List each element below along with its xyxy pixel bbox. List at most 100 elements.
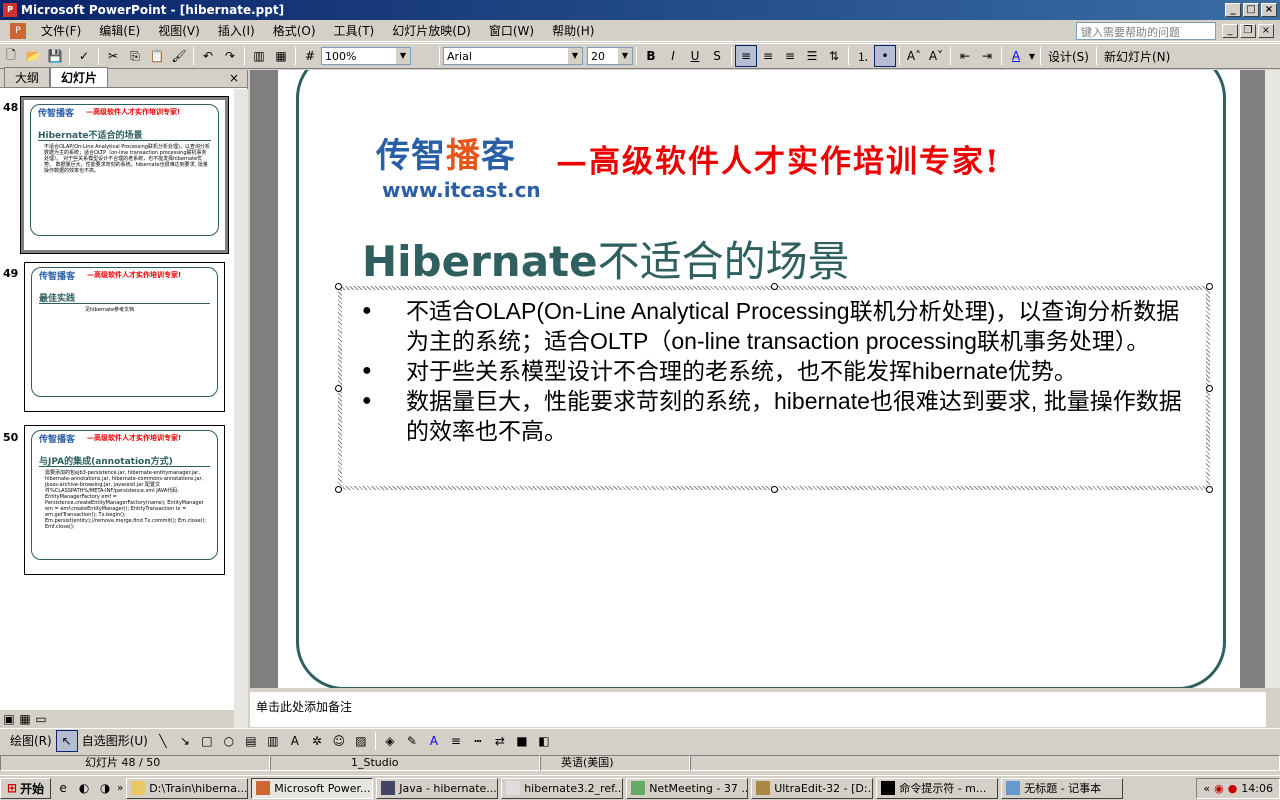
taskbar-item[interactable]: 命令提示符 - m...	[876, 777, 999, 799]
taskbar-item[interactable]: D:\Train\hiberna...	[126, 777, 249, 799]
body-textbox[interactable]: ● 不适合OLAP(On-Line Analytical Processing联机…	[335, 283, 1213, 493]
select-pointer-icon[interactable]: ↖	[55, 729, 78, 752]
tab-outline[interactable]: 大纲	[4, 67, 51, 87]
arrow-style-icon[interactable]: ⇄	[489, 730, 511, 752]
new-slide-button[interactable]: 新幻灯片(N)	[1100, 48, 1174, 65]
italic-icon[interactable]: I	[662, 45, 684, 67]
zoom-select[interactable]: 100% ▼	[321, 47, 411, 65]
tray-app-icon[interactable]: ◉	[1214, 782, 1224, 795]
undo-icon[interactable]: ↶	[197, 45, 219, 67]
tab-slides[interactable]: 幻灯片	[50, 67, 109, 87]
slide-thumbnail[interactable]: 传智播客 —高级软件人才实作培训专家! 最佳实践 见hibernate参考文档	[24, 262, 225, 412]
redo-icon[interactable]: ↷	[219, 45, 241, 67]
font-color-icon[interactable]: A	[423, 730, 445, 752]
cut-icon[interactable]: ✂	[102, 45, 124, 67]
minimize-button[interactable]: _	[1225, 3, 1241, 17]
maximize-button[interactable]: □	[1243, 3, 1259, 17]
arrow-icon[interactable]: ↘	[174, 730, 196, 752]
start-button[interactable]: ⊞ 开始	[0, 777, 52, 799]
open-icon[interactable]: 📂	[22, 45, 44, 67]
doc-restore-button[interactable]: ❐	[1240, 23, 1256, 38]
taskbar-item[interactable]: 无标题 - 记事本	[1001, 777, 1124, 799]
slide-thumbnail[interactable]: 传智播客 —高级软件人才实作培训专家! Hibernate不适合的场景 不适合O…	[20, 96, 229, 254]
quicklaunch-icon[interactable]: ◑	[96, 777, 114, 799]
slide-canvas[interactable]: 传智播客 www.itcast.cn —高级软件人才实作培训专家! Hibern…	[278, 70, 1240, 688]
doc-close-button[interactable]: ×	[1258, 23, 1274, 38]
help-search-input[interactable]: 键入需要帮助的问题	[1076, 21, 1216, 40]
decrease-font-icon[interactable]: A˅	[925, 45, 947, 67]
increase-font-icon[interactable]: A˄	[903, 45, 925, 67]
slide-title[interactable]: Hibernate不适合的场景	[362, 228, 850, 289]
editor-scrollbar[interactable]	[1265, 70, 1280, 688]
diagram-icon[interactable]: ✲	[306, 730, 328, 752]
resize-handle[interactable]	[771, 486, 778, 493]
resize-handle[interactable]	[771, 283, 778, 290]
textbox-icon[interactable]: ▤	[240, 730, 262, 752]
menu-tools[interactable]: 工具(T)	[325, 22, 384, 39]
menu-insert[interactable]: 插入(I)	[209, 22, 264, 39]
chevron-down-icon[interactable]: ▼	[1027, 45, 1037, 67]
chevron-right-icon[interactable]: »	[117, 783, 123, 794]
show-grid-icon[interactable]: #	[299, 45, 321, 67]
shadow-icon[interactable]: S	[706, 45, 728, 67]
clipart-icon[interactable]: ☺	[328, 730, 350, 752]
menu-help[interactable]: 帮助(H)	[543, 22, 603, 39]
paste-icon[interactable]: 📋	[146, 45, 168, 67]
dash-style-icon[interactable]: ┅	[467, 730, 489, 752]
quicklaunch-icon[interactable]: ◐	[75, 777, 93, 799]
autoshapes-button[interactable]: 自选图形(U)	[78, 732, 152, 749]
menu-window[interactable]: 窗口(W)	[480, 22, 543, 39]
align-left-icon[interactable]: ≡	[735, 45, 757, 67]
resize-handle[interactable]	[335, 283, 342, 290]
font-select[interactable]: Arial ▼	[443, 47, 583, 65]
close-pane-icon[interactable]: ×	[229, 71, 239, 85]
new-icon[interactable]: 🗋	[0, 45, 22, 67]
slideshow-icon[interactable]: ▭	[34, 712, 48, 726]
sorter-view-icon[interactable]: ▦	[18, 712, 32, 726]
increase-indent-icon[interactable]: ⇥	[976, 45, 998, 67]
3d-style-icon[interactable]: ◧	[533, 730, 555, 752]
font-size-select[interactable]: 20 ▼	[587, 47, 633, 65]
insert-table-icon[interactable]: ▦	[270, 45, 292, 67]
close-button[interactable]: ×	[1261, 3, 1277, 17]
copy-icon[interactable]: ⎘	[124, 45, 146, 67]
underline-icon[interactable]: U	[684, 45, 706, 67]
bold-icon[interactable]: B	[640, 45, 662, 67]
taskbar-item[interactable]: UltraEdit-32 - [D:...	[751, 777, 874, 799]
slide-thumbnail[interactable]: 传智播客 —高级软件人才实作培训专家! 与JPA的集成(annotation方式…	[24, 425, 225, 575]
tray-app-icon[interactable]: ●	[1228, 782, 1238, 795]
document-icon[interactable]: P	[10, 22, 26, 39]
menu-edit[interactable]: 编辑(E)	[90, 22, 149, 39]
design-button[interactable]: 设计(S)	[1044, 48, 1093, 65]
shadow-style-icon[interactable]: ■	[511, 730, 533, 752]
powerpoint-app-icon[interactable]: P	[3, 3, 17, 17]
rectangle-icon[interactable]: □	[196, 730, 218, 752]
resize-handle[interactable]	[335, 385, 342, 392]
resize-handle[interactable]	[335, 486, 342, 493]
chevron-left-icon[interactable]: «	[1203, 782, 1210, 795]
save-icon[interactable]: 💾	[44, 45, 66, 67]
thumbnail-scrollbar[interactable]	[234, 89, 248, 729]
decrease-indent-icon[interactable]: ⇤	[954, 45, 976, 67]
line-icon[interactable]: ╲	[152, 730, 174, 752]
format-painter-icon[interactable]: 🖌	[168, 45, 190, 67]
draw-menu-button[interactable]: 绘图(R)	[0, 732, 56, 749]
line-color-icon[interactable]: ✎	[401, 730, 423, 752]
normal-view-icon[interactable]: ▣	[2, 712, 16, 726]
wordart-icon[interactable]: A	[284, 730, 306, 752]
ie-icon[interactable]: e	[54, 777, 72, 799]
menu-slideshow[interactable]: 幻灯片放映(D)	[383, 22, 480, 39]
picture-icon[interactable]: ▨	[350, 730, 372, 752]
clock[interactable]: 14:06	[1241, 782, 1273, 795]
justify-icon[interactable]: ☰	[801, 45, 823, 67]
numbering-icon[interactable]: ⒈	[852, 45, 874, 67]
text-direction-icon[interactable]: ⇅	[823, 45, 845, 67]
menu-view[interactable]: 视图(V)	[149, 22, 209, 39]
notes-pane[interactable]: 单击此处添加备注	[250, 690, 1266, 727]
align-center-icon[interactable]: ≡	[757, 45, 779, 67]
bullets-icon[interactable]: •	[874, 45, 896, 67]
fill-color-icon[interactable]: ◈	[379, 730, 401, 752]
insert-chart-icon[interactable]: ▥	[248, 45, 270, 67]
oval-icon[interactable]: ○	[218, 730, 240, 752]
vertical-textbox-icon[interactable]: ▥	[262, 730, 284, 752]
